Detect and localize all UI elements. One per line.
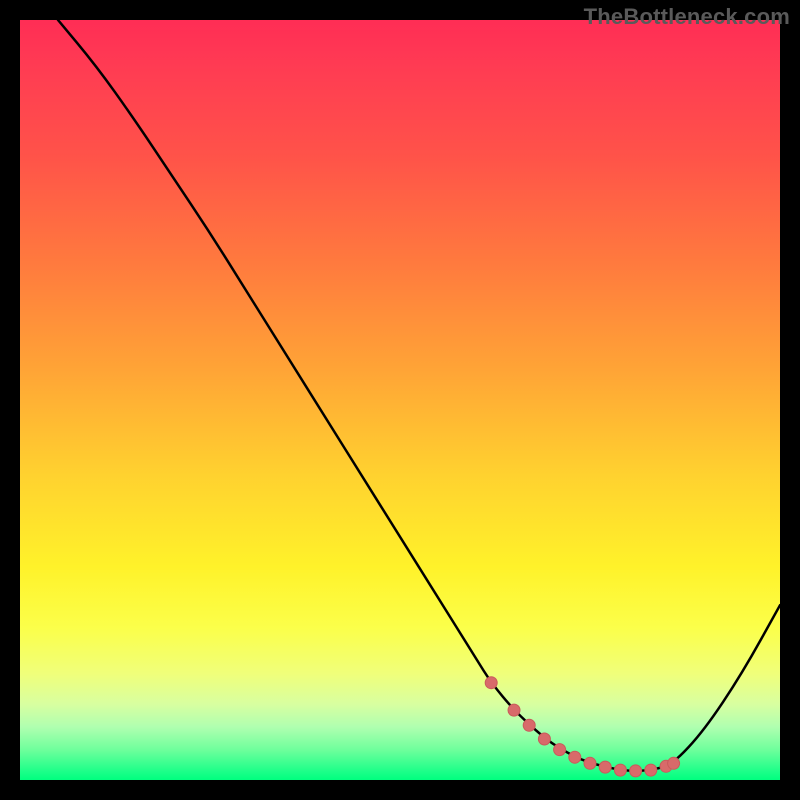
plot-area [20, 20, 780, 780]
curve-dot [630, 765, 642, 777]
curve-dot [584, 757, 596, 769]
chart-frame: TheBottleneck.com [0, 0, 800, 800]
curve-dot [614, 764, 626, 776]
curve-dot [554, 744, 566, 756]
curve-dot [668, 757, 680, 769]
curve-dots [485, 677, 679, 777]
curve-svg [20, 20, 780, 780]
watermark-text: TheBottleneck.com [584, 4, 790, 30]
curve-dot [645, 764, 657, 776]
curve-dot [523, 719, 535, 731]
curve-dot [599, 761, 611, 773]
curve-dot [508, 704, 520, 716]
curve-dot [485, 677, 497, 689]
curve-dot [569, 751, 581, 763]
curve-dot [538, 733, 550, 745]
bottleneck-curve [58, 20, 780, 771]
